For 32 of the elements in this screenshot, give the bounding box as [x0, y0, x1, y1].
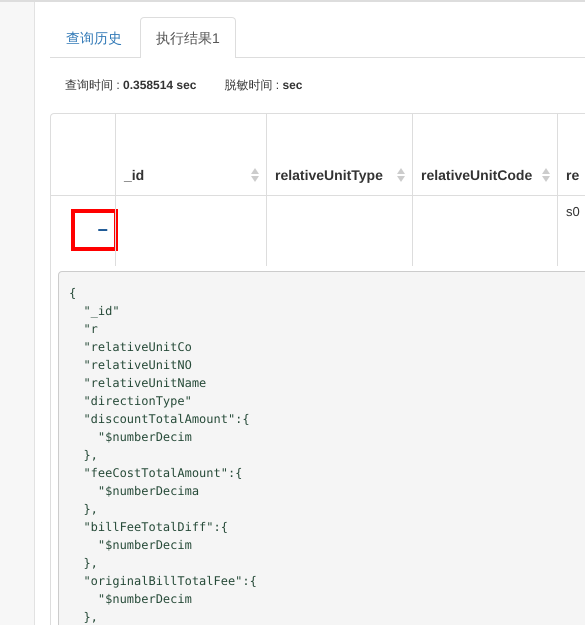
code-line: "originalBillTotalFee":{: [82, 573, 258, 590]
code-line: "r: [82, 321, 99, 338]
code-line: "directionType": [82, 393, 193, 410]
code-line: {: [69, 285, 78, 302]
code-line: "relativeUnitNO: [82, 357, 193, 374]
code-line: },: [82, 447, 99, 464]
code-line: "$numberDecim: [96, 591, 193, 608]
code-line: },: [82, 609, 99, 625]
column-header[interactable]: _id: [115, 114, 266, 195]
code-line: "$numberDecim: [96, 429, 193, 446]
column-header[interactable]: re: [557, 114, 585, 195]
table-cell: s0: [557, 196, 585, 266]
column-header[interactable]: relativeUnitCode: [412, 114, 557, 195]
code-line: },: [82, 555, 99, 572]
collapse-button[interactable]: −: [71, 209, 118, 251]
sort-icon[interactable]: [250, 167, 260, 183]
code-line: "$numberDecima: [96, 483, 200, 500]
sort-icon[interactable]: [541, 167, 551, 183]
tab[interactable]: 执行结果1: [140, 17, 236, 58]
code-line: "_id": [82, 303, 121, 320]
code-line: "billFeeTotalDiff":{: [82, 519, 229, 536]
code-line: "$numberDecim: [96, 537, 193, 554]
code-line: "relativeUnitName: [82, 375, 208, 392]
code-line: "relativeUnitCo: [82, 339, 193, 356]
code-line: "discountTotalAmount":{: [82, 411, 251, 428]
code-line: },: [82, 501, 99, 518]
stat-text: 查询时间 : 0.358514 sec: [65, 77, 196, 94]
column-header[interactable]: relativeUnitType: [266, 114, 412, 195]
code-line: "feeCostTotalAmount":{: [82, 465, 244, 482]
tab[interactable]: 查询历史: [50, 17, 138, 57]
stat-text: 脱敏时间 : sec: [224, 77, 302, 94]
sort-icon[interactable]: [396, 167, 406, 183]
